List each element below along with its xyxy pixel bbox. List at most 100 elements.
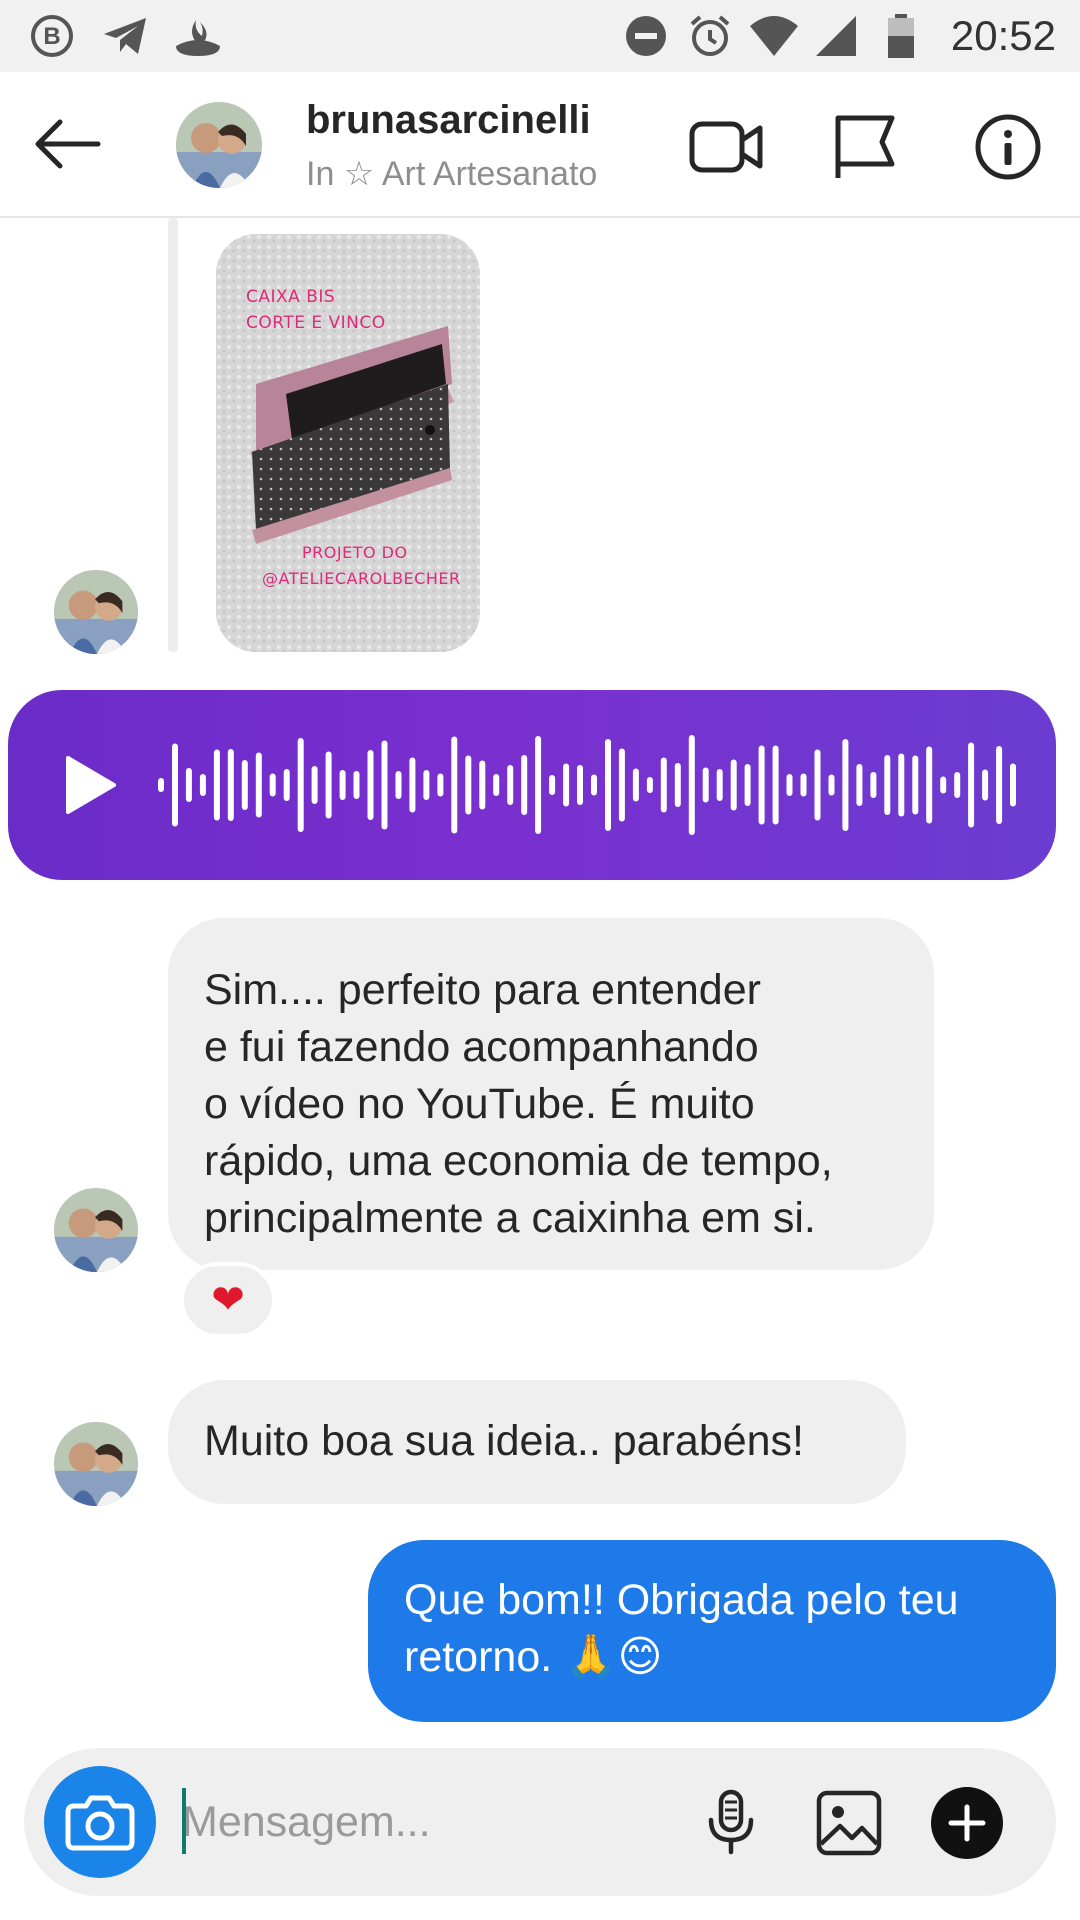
message-line: Muito boa sua ideia.. parabéns! <box>204 1417 805 1465</box>
waveform-bar <box>283 769 290 801</box>
reply-thread-line <box>168 218 178 652</box>
waveform-bar <box>800 773 807 797</box>
waveform-bar <box>758 745 765 825</box>
status-bar: B 20:52 <box>0 0 1080 72</box>
waveform-bar <box>646 777 653 793</box>
camera-button[interactable] <box>44 1766 156 1878</box>
b-badge-icon: B <box>31 15 73 57</box>
waveform-bar <box>158 778 164 792</box>
avatar[interactable] <box>176 102 262 188</box>
heart-reaction[interactable]: ❤ <box>180 1262 276 1338</box>
waveform-bar <box>577 765 583 805</box>
message-line: retorno. 🙏😊 <box>404 1633 663 1681</box>
waveform-bar <box>255 752 262 818</box>
waveform-bar <box>563 763 570 807</box>
cell-signal-icon <box>816 16 856 56</box>
message-bubble-outgoing[interactable]: Que bom!! Obrigada pelo teu retorno. 🙏😊 <box>368 1540 1056 1722</box>
waveform-bar <box>297 738 304 832</box>
waveform-bar <box>618 748 625 822</box>
waveform-bar <box>1010 763 1016 807</box>
waveform-bar <box>199 774 206 796</box>
chat-header: brunasarcinelli In ☆ Art Artesanato <box>0 72 1080 218</box>
info-icon[interactable] <box>968 112 1048 182</box>
waveform-bar <box>870 772 877 798</box>
waveform-bar <box>311 766 318 804</box>
message-bubble[interactable]: Sim.... perfeito para entender e fui faz… <box>168 918 934 1270</box>
waveform-bar <box>814 749 821 821</box>
alarm-icon <box>690 15 730 56</box>
waveform-bar <box>968 742 975 828</box>
waveform-bar <box>688 735 695 835</box>
waveform-bar <box>716 769 723 801</box>
waveform-bar <box>353 771 360 799</box>
waveform-bar <box>423 770 430 800</box>
message-line: e fui fazendo acompanhando <box>204 1023 759 1071</box>
add-icon[interactable] <box>930 1786 1004 1860</box>
waveform-bar <box>730 759 737 811</box>
waveform-bar <box>325 751 332 819</box>
waveform-bar <box>479 760 486 810</box>
avatar[interactable] <box>54 570 138 654</box>
waveform-bar <box>786 774 793 796</box>
waveform-bar <box>898 753 905 817</box>
battery-icon <box>888 14 914 58</box>
message-input[interactable] <box>182 1786 682 1858</box>
waveform-bar <box>227 749 234 821</box>
waveform-bar <box>367 750 374 820</box>
video-call-icon[interactable] <box>686 112 766 182</box>
message-composer <box>24 1748 1056 1896</box>
gallery-icon[interactable] <box>812 1786 886 1860</box>
waveform-bar <box>842 739 849 831</box>
waveform-bar <box>884 755 891 815</box>
message-line: Que bom!! Obrigada pelo teu <box>404 1576 959 1624</box>
chat-subtitle: In ☆ Art Artesanato <box>306 155 598 193</box>
flag-icon[interactable] <box>824 112 904 182</box>
heart-icon: ❤ <box>211 1278 245 1322</box>
avatar[interactable] <box>54 1188 138 1272</box>
svg-text:B: B <box>43 23 60 50</box>
waveform-bar <box>409 757 416 813</box>
waveform-bar <box>591 774 597 796</box>
waveform-bar <box>185 768 192 802</box>
waveform-bar <box>982 769 989 801</box>
waveform-bar <box>674 763 681 807</box>
waveform-bar <box>507 765 514 805</box>
waveform-bar <box>605 739 611 831</box>
message-line: rápido, uma economia de tempo, <box>204 1137 833 1185</box>
waveform-bar <box>172 743 178 827</box>
waveform-bar <box>772 745 779 825</box>
avatar[interactable] <box>54 1422 138 1506</box>
story-credit: PROJETO DO @ATELIECAROLBECHER <box>262 543 461 588</box>
text-cursor <box>182 1788 186 1854</box>
microphone-icon[interactable] <box>694 1786 768 1860</box>
story-reply-thumbnail[interactable]: CAIXA BIS CORTE E VINCO PROJETO DO @ATEL… <box>216 234 480 652</box>
audio-waveform[interactable] <box>156 690 1022 880</box>
waveform-bar <box>660 757 667 813</box>
waveform-bar <box>493 774 500 796</box>
play-icon[interactable] <box>56 752 122 818</box>
waveform-bar <box>828 774 835 796</box>
waveform-bar <box>996 746 1003 824</box>
waveform-bar <box>940 776 947 794</box>
message-line: o vídeo no YouTube. É muito <box>204 1080 755 1128</box>
waveform-bar <box>912 755 919 815</box>
chat-username[interactable]: brunasarcinelli <box>306 98 591 143</box>
message-line: Sim.... perfeito para entender <box>204 966 761 1014</box>
clock: 20:52 <box>950 12 1056 59</box>
voice-message[interactable] <box>8 690 1056 880</box>
waveform-bar <box>744 764 751 806</box>
waveform-bar <box>702 767 709 803</box>
back-arrow-icon[interactable] <box>28 108 108 180</box>
message-line: principalmente a caixinha em si. <box>204 1194 816 1242</box>
do-not-disturb-icon <box>626 16 666 56</box>
waveform-bar <box>549 775 556 795</box>
story-title: CAIXA BIS CORTE E VINCO <box>246 287 386 333</box>
waveform-bar <box>632 768 639 802</box>
message-bubble[interactable]: Muito boa sua ideia.. parabéns! <box>168 1380 906 1504</box>
waveform-bar <box>241 760 248 810</box>
waveform-bar <box>535 736 542 834</box>
wifi-icon <box>750 16 798 56</box>
waveform-bar <box>451 736 458 834</box>
camera-icon <box>65 1795 135 1851</box>
waveform-bar <box>395 771 402 799</box>
